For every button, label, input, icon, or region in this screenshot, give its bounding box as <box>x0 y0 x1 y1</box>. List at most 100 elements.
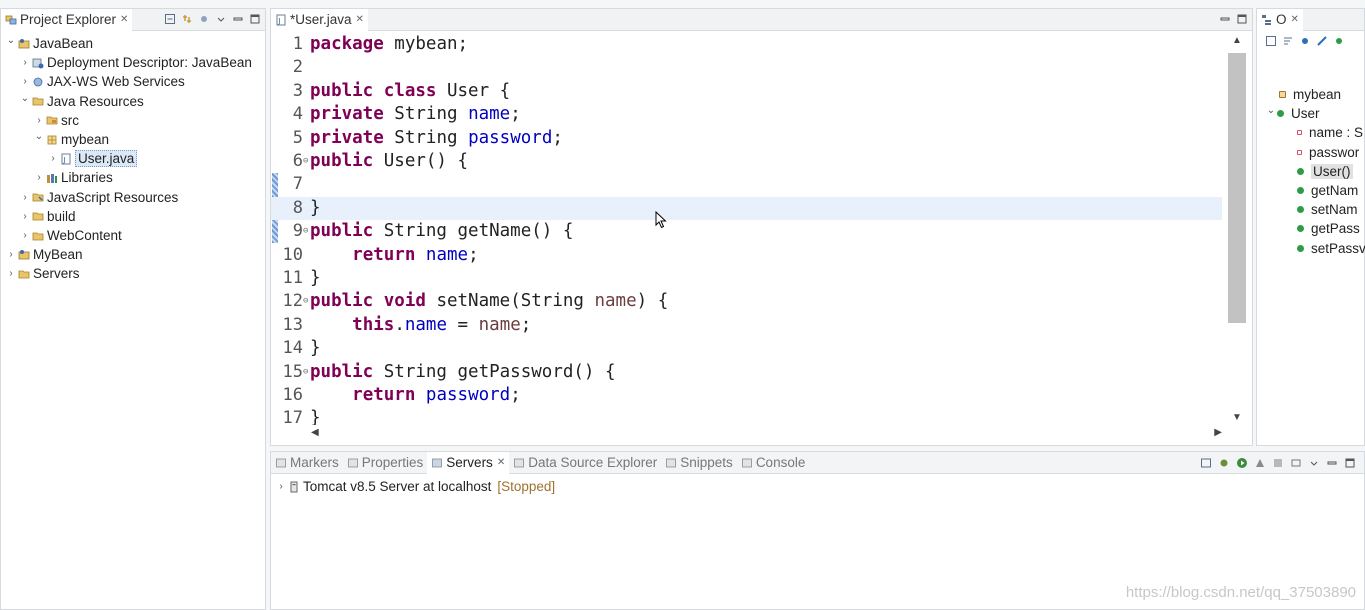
outline-item[interactable]: setPassv <box>1297 239 1365 258</box>
chevron-right-icon[interactable]: › <box>19 211 31 222</box>
hide-nonpublic-icon[interactable] <box>1333 35 1345 47</box>
code-line[interactable]: 1 package mybean; <box>271 33 1222 56</box>
close-icon[interactable]: ✕ <box>497 457 505 468</box>
chevron-down-icon[interactable]: ⌄ <box>19 93 31 104</box>
scroll-left-icon[interactable]: ◀ <box>311 427 319 438</box>
minimize-icon[interactable] <box>1326 457 1338 469</box>
maximize-icon[interactable] <box>249 13 261 25</box>
scroll-thumb[interactable] <box>1228 53 1246 323</box>
tree-item[interactable]: › build <box>19 207 75 226</box>
code-text: private String name; <box>310 103 521 126</box>
collapse-all-icon[interactable] <box>164 13 176 25</box>
tree-item[interactable]: › Deployment Descriptor: JavaBean <box>19 53 252 72</box>
tab-data-source-explorer[interactable]: Data Source Explorer <box>509 452 661 474</box>
chevron-right-icon[interactable]: › <box>33 172 45 183</box>
tree-item[interactable]: › WebContent <box>19 226 121 245</box>
code-line[interactable]: 16 return password; <box>271 384 1222 407</box>
chevron-right-icon[interactable]: › <box>19 192 31 203</box>
close-icon[interactable]: ✕ <box>356 14 364 25</box>
scroll-right-icon[interactable]: ▶ <box>1214 427 1222 438</box>
start-icon[interactable] <box>1236 457 1248 469</box>
chevron-right-icon[interactable]: › <box>33 115 45 126</box>
vertical-scrollbar[interactable]: ▲ ▼ <box>1228 35 1246 423</box>
tree-item[interactable]: › JAX-WS Web Services <box>19 72 184 91</box>
tab-properties[interactable]: Properties <box>343 452 428 474</box>
code-line[interactable]: 2 <box>271 56 1222 79</box>
profile-icon[interactable] <box>1254 457 1266 469</box>
code-line[interactable]: 4 private String name; <box>271 103 1222 126</box>
code-area[interactable]: 1 package mybean; 2 3 public class User {4 pr… <box>271 33 1222 425</box>
hide-static-icon[interactable] <box>1316 35 1328 47</box>
tab-outline[interactable]: O ✕ <box>1257 8 1303 31</box>
link-with-editor-icon[interactable] <box>181 13 193 25</box>
tree-item[interactable]: › Libraries <box>33 168 112 187</box>
code-line[interactable]: 3 public class User { <box>271 80 1222 103</box>
code-line[interactable]: 14} <box>271 337 1222 360</box>
code-line[interactable]: 5 private String password; <box>271 127 1222 150</box>
debug-icon[interactable] <box>1218 457 1230 469</box>
outline-item[interactable]: passwor <box>1297 143 1359 162</box>
close-icon[interactable]: ✕ <box>1291 14 1299 25</box>
tab-user-java[interactable]: J *User.java ✕ <box>271 8 368 31</box>
outline-item[interactable]: name : S <box>1297 123 1363 142</box>
focus-icon[interactable] <box>198 13 210 25</box>
code-line[interactable]: 7 <box>271 173 1222 196</box>
tree-item[interactable]: › src <box>33 111 79 130</box>
view-menu-icon[interactable] <box>1308 457 1320 469</box>
hide-fields-icon[interactable] <box>1299 35 1311 47</box>
chevron-right-icon[interactable]: › <box>19 76 31 87</box>
tab-project-explorer[interactable]: Project Explorer ✕ <box>1 8 133 31</box>
close-icon[interactable]: ✕ <box>120 14 128 25</box>
tree-item[interactable]: › Servers <box>5 264 79 283</box>
minimize-icon[interactable] <box>232 13 244 25</box>
tree-item[interactable]: › MyBean <box>5 245 82 264</box>
code-line[interactable]: 13 this.name = name; <box>271 314 1222 337</box>
code-line[interactable]: 8} <box>271 196 1222 220</box>
code-line[interactable]: 9 ⊖ public String getName() { <box>271 220 1222 243</box>
tree-item[interactable]: › J User.java <box>47 149 138 168</box>
chevron-down-icon[interactable]: ⌄ <box>33 131 45 142</box>
chevron-right-icon[interactable]: › <box>47 153 59 164</box>
maximize-icon[interactable] <box>1344 457 1356 469</box>
tree-item[interactable]: ⌄ Java Resources <box>19 92 144 111</box>
tab-servers[interactable]: Servers ✕ <box>427 451 510 474</box>
chevron-right-icon[interactable]: › <box>19 230 31 241</box>
chevron-right-icon[interactable]: › <box>19 57 31 68</box>
tree-item[interactable]: ⌄ mybean <box>33 130 109 149</box>
outline-item[interactable]: User() <box>1297 162 1353 181</box>
publish-icon[interactable] <box>1290 457 1302 469</box>
tab-console[interactable]: Console <box>737 452 810 474</box>
chevron-right-icon[interactable]: › <box>5 268 17 279</box>
outline-item[interactable]: setNam <box>1297 200 1358 219</box>
chevron-down-icon[interactable]: ⌄ <box>5 35 17 46</box>
collapse-all-icon[interactable] <box>1265 35 1277 47</box>
scroll-up-icon[interactable]: ▲ <box>1232 35 1242 46</box>
tab-snippets[interactable]: Snippets <box>661 452 737 474</box>
code-line[interactable]: 15 ⊖ public String getPassword() { <box>271 361 1222 384</box>
outline-item[interactable]: getPass <box>1297 219 1360 238</box>
code-line[interactable]: 6 ⊖ public User() { <box>271 150 1222 173</box>
code-line[interactable]: 10 return name; <box>271 244 1222 267</box>
chevron-right-icon[interactable]: › <box>275 481 287 492</box>
code-line[interactable]: 17} <box>271 407 1222 425</box>
outline-item[interactable]: ⌄ User <box>1265 104 1320 123</box>
code-line[interactable]: 11} <box>271 267 1222 290</box>
tree-item[interactable]: ⌄ JavaBean <box>5 34 93 53</box>
outline-item[interactable]: mybean <box>1279 85 1341 104</box>
stop-icon[interactable] <box>1272 457 1284 469</box>
server-row[interactable]: › Tomcat v8.5 Server at localhost [Stopp… <box>275 477 555 496</box>
horizontal-scrollbar[interactable]: ◀ ▶ <box>311 427 1222 441</box>
code-line[interactable]: 12 ⊖ public void setName(String name) { <box>271 290 1222 313</box>
chevron-down-icon[interactable]: ⌄ <box>1265 105 1277 116</box>
scroll-down-icon[interactable]: ▼ <box>1232 412 1242 423</box>
new-server-icon[interactable] <box>1200 457 1212 469</box>
chevron-right-icon[interactable]: › <box>5 249 17 260</box>
sort-icon[interactable] <box>1282 35 1294 47</box>
line-number: 8 <box>292 197 303 218</box>
tab-markers[interactable]: Markers <box>271 452 343 474</box>
minimize-icon[interactable] <box>1219 13 1231 25</box>
tree-item[interactable]: › JavaScript Resources <box>19 188 178 207</box>
maximize-icon[interactable] <box>1236 13 1248 25</box>
view-menu-icon[interactable] <box>215 13 227 25</box>
outline-item[interactable]: getNam <box>1297 181 1358 200</box>
